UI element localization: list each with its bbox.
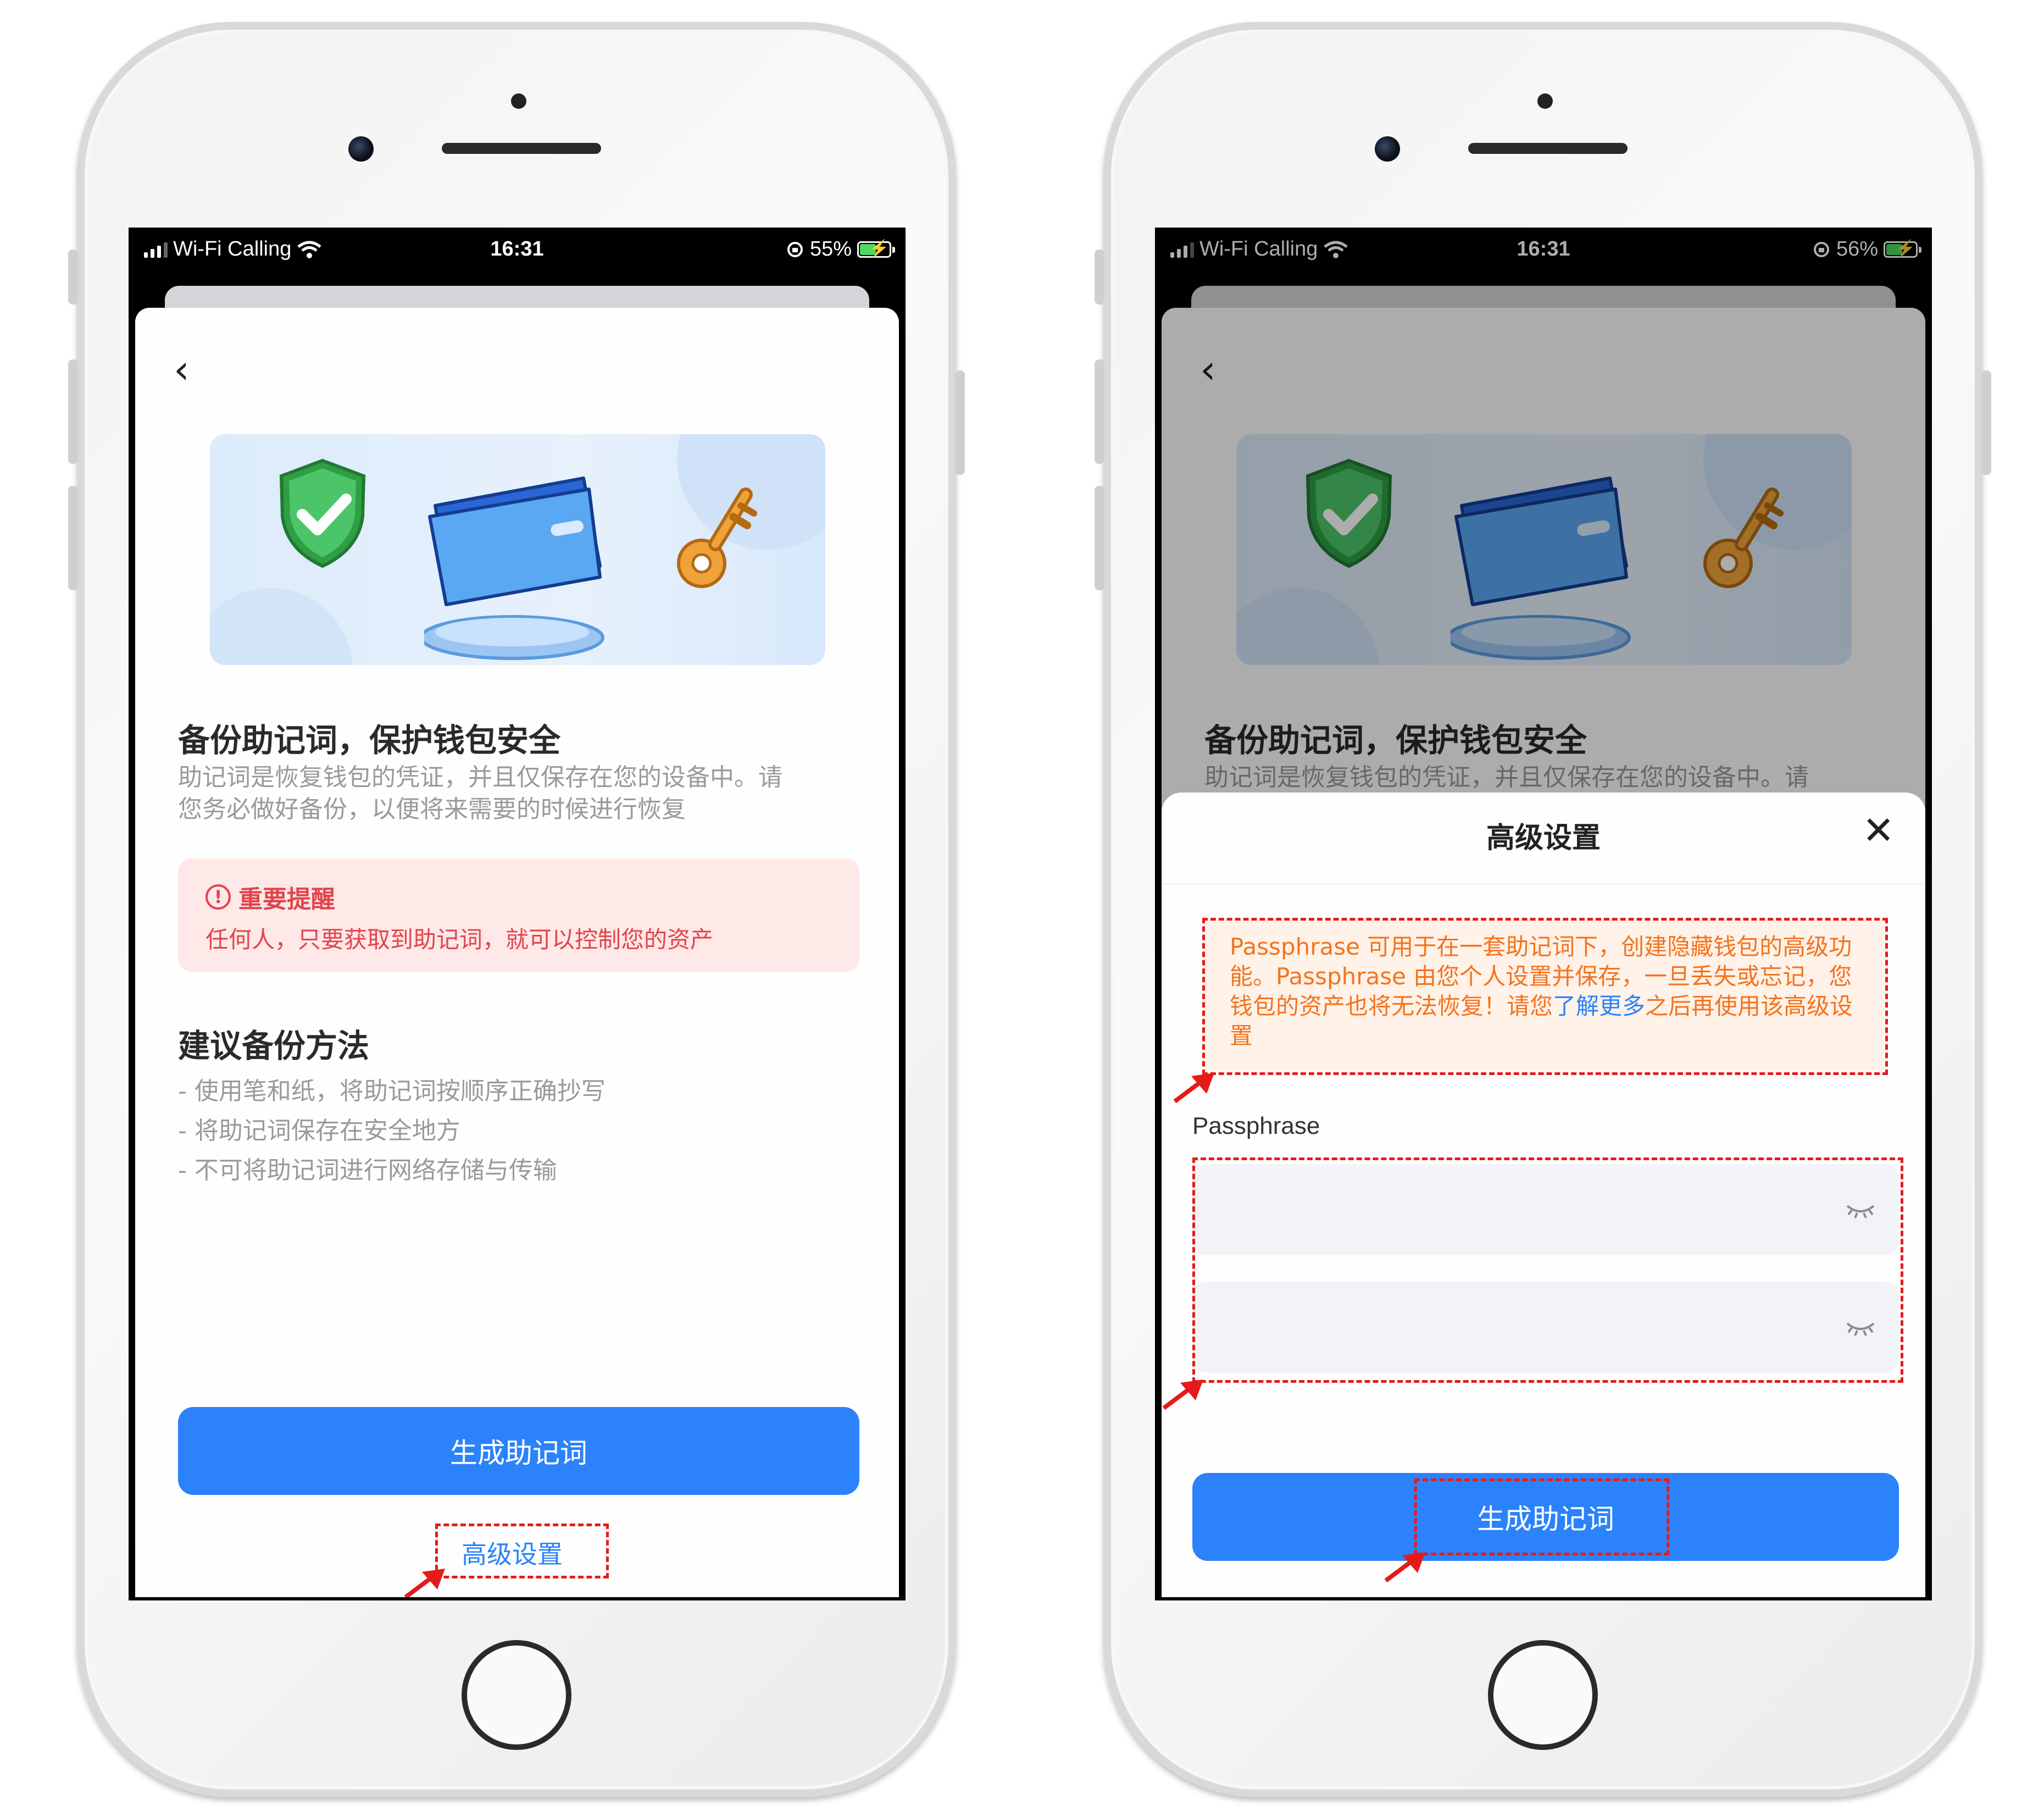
screen: Wi-Fi Calling 16:31 56% ⚡ ‹ 备份助记词，保护钱包安全… — [1155, 228, 1932, 1600]
earpiece-speaker — [1468, 143, 1628, 154]
alert-title: 重要提醒 — [238, 885, 335, 913]
phone-frame-right: Wi-Fi Calling 16:31 56% ⚡ ‹ 备份助记词，保护钱包安全… — [1095, 22, 1991, 1797]
list-item: - 将助记词保存在安全地方 — [178, 1117, 460, 1145]
volume-down-button — [1095, 486, 1104, 590]
annotation-box — [1192, 1157, 1903, 1383]
home-button[interactable] — [1488, 1640, 1598, 1750]
front-camera — [348, 136, 374, 162]
power-button — [1981, 370, 1991, 475]
battery-percent: 55% — [809, 237, 852, 261]
modal-title: 高级设置 — [1486, 822, 1601, 855]
list-item: - 使用笔和纸，将助记词按顺序正确抄写 — [178, 1077, 606, 1105]
mute-switch — [68, 250, 78, 304]
front-camera — [1375, 136, 1400, 162]
proximity-sensor — [1537, 93, 1553, 109]
advanced-settings-modal: 高级设置 ✕ Passphrase 可用于在一套助记词下，创建隐藏钱包的高级功能… — [1162, 793, 1925, 1597]
illustration-banner — [210, 434, 825, 665]
alert-text: 任何人，只要获取到助记词，就可以控制您的资产 — [205, 926, 714, 953]
volume-up-button — [1095, 359, 1104, 464]
volume-up-button — [68, 359, 78, 464]
battery-icon: ⚡ — [857, 240, 895, 258]
close-icon[interactable]: ✕ — [1862, 811, 1895, 850]
annotation-box — [1414, 1478, 1669, 1555]
earpiece-speaker — [442, 143, 601, 154]
page-title: 备份助记词，保护钱包安全 — [178, 722, 561, 759]
phone-frame-left: Wi-Fi Calling 16:31 55% ⚡ ‹ 备份助记词，保护钱包安全… — [68, 22, 965, 1797]
annotation-box — [1202, 918, 1888, 1075]
annotation-box — [435, 1524, 609, 1578]
screen: Wi-Fi Calling 16:31 55% ⚡ ‹ 备份助记词，保护钱包安全… — [129, 228, 906, 1600]
wallet-icon — [424, 477, 604, 660]
status-bar: Wi-Fi Calling 16:31 55% ⚡ — [132, 231, 902, 268]
annotation-arrow-icon — [404, 1569, 445, 1597]
tips-title: 建议备份方法 — [178, 1027, 370, 1065]
home-button[interactable] — [462, 1640, 571, 1750]
tips-list: - 使用笔和纸，将助记词按顺序正确抄写 - 将助记词保存在安全地方 - 不可将助… — [178, 1072, 606, 1190]
annotation-arrow-icon — [1162, 1380, 1203, 1410]
shield-check-icon — [279, 458, 366, 568]
generate-mnemonic-button[interactable]: 生成助记词 — [178, 1407, 859, 1495]
volume-down-button — [68, 486, 78, 590]
proximity-sensor — [511, 93, 526, 109]
orientation-lock-icon — [787, 241, 803, 257]
important-alert: ! 重要提醒 任何人，只要获取到助记词，就可以控制您的资产 — [178, 858, 859, 972]
backup-page: ‹ — [135, 308, 899, 1597]
passphrase-label: Passphrase — [1192, 1112, 1320, 1139]
annotation-arrow-icon — [1173, 1073, 1214, 1104]
mute-switch — [1095, 250, 1104, 304]
divider — [1162, 884, 1925, 885]
power-button — [955, 370, 965, 475]
annotation-arrow-icon — [1384, 1552, 1425, 1583]
key-icon — [677, 488, 757, 588]
page-description: 助记词是恢复钱包的凭证，并且仅保存在您的设备中。请 您务必做好备份，以便将来需要… — [178, 763, 782, 823]
alert-circle-icon: ! — [205, 884, 231, 910]
list-item: - 不可将助记词进行网络存储与传输 — [178, 1156, 557, 1184]
back-chevron-icon[interactable]: ‹ — [174, 350, 190, 389]
